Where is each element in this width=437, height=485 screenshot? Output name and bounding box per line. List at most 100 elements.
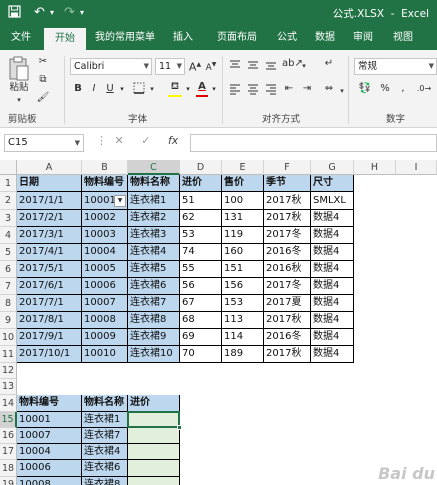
main-table-cell[interactable]: 连衣裙7 [128,295,180,312]
paste-label[interactable]: 粘贴 [6,82,32,94]
main-table-cell[interactable]: 2017冬 [264,278,311,295]
orientation-icon[interactable]: ab↗ [282,58,303,70]
main-table-cell[interactable]: 2017秋 [264,312,311,329]
currency-icon[interactable]: 💱 [356,83,374,95]
main-table-cell[interactable]: 连衣裙9 [128,329,180,346]
main-table-cell[interactable]: 连衣裙3 [128,227,180,244]
tab-page-layout[interactable]: 页面布局 [206,28,268,50]
align-middle-icon[interactable] [246,59,260,75]
main-table-cell[interactable]: 2017秋 [264,346,311,363]
row-header-5[interactable]: 5 [0,244,17,261]
main-table-cell[interactable]: 2016秋 [264,261,311,278]
main-table-cell[interactable]: 2017/5/1 [17,261,82,278]
paste-icon[interactable] [8,56,30,82]
formula-input[interactable] [190,134,437,152]
row-header-3[interactable]: 3 [0,210,17,227]
main-table-cell[interactable]: 114 [222,329,264,346]
main-table-header-cell[interactable]: 物料编号 [82,175,128,192]
lookup-table-header-cell[interactable]: 物料名称 [82,395,128,412]
align-center-icon[interactable] [246,83,260,99]
main-table-cell[interactable]: 2016冬 [264,244,311,261]
main-table-cell[interactable]: 连衣裙10 [128,346,180,363]
main-table-header-cell[interactable]: 售价 [222,175,264,192]
main-table-cell[interactable]: 2017/6/1 [17,278,82,295]
font-color-dropdown-icon[interactable]: ▾ [210,83,218,95]
lookup-table-cell[interactable]: 连衣裙6 [82,460,128,477]
main-table-cell[interactable]: 70 [180,346,222,363]
row-header-8[interactable]: 8 [0,295,17,312]
fill-color-dropdown-icon[interactable]: ▾ [184,83,192,95]
main-table-cell[interactable]: 51 [180,192,222,210]
cut-icon[interactable]: ✂ [36,56,50,68]
row-header-17[interactable]: 17 [0,444,17,460]
main-table-cell[interactable]: 数据4 [311,210,354,227]
lookup-table-cell[interactable]: 10001 [17,412,82,428]
main-table-cell[interactable]: 数据4 [311,346,354,363]
tab-insert[interactable]: 插入 [164,28,202,50]
number-format-select[interactable]: 常规 ▼ [354,58,437,75]
main-table-cell[interactable]: 连衣裙2 [128,210,180,227]
column-header-f[interactable]: F [264,160,311,175]
orientation-dropdown-icon[interactable]: ▾ [300,60,308,72]
copy-icon[interactable]: ⧉ [36,74,50,86]
lookup-table-header-cell[interactable]: 进价 [128,395,180,412]
main-table-cell[interactable]: 数据4 [311,278,354,295]
cancel-icon[interactable]: ✕ [115,134,124,147]
row-header-13[interactable]: 13 [0,379,17,395]
fill-color-icon[interactable]: ⛾ [168,81,182,93]
main-table-cell[interactable]: 113 [222,312,264,329]
lookup-table-cell[interactable]: 10007 [17,428,82,444]
main-table-cell[interactable]: 2017/1/1 [17,192,82,210]
price-result-cell[interactable] [128,477,180,485]
main-table-cell[interactable]: 74 [180,244,222,261]
row-header-18[interactable]: 18 [0,460,17,477]
main-table-cell[interactable]: 10003 [82,227,128,244]
main-table-header-cell[interactable]: 季节 [264,175,311,192]
lookup-table-cell[interactable]: 连衣裙8 [82,477,128,485]
row-header-4[interactable]: 4 [0,227,17,244]
column-header-h[interactable]: H [354,160,396,175]
merge-dropdown-icon[interactable]: ▾ [338,85,346,97]
main-table-cell[interactable]: 151 [222,261,264,278]
main-table-header-cell[interactable]: 物料名称 [128,175,180,192]
price-result-cell[interactable] [128,444,180,460]
main-table-cell[interactable]: 连衣裙5 [128,261,180,278]
row-header-14[interactable]: 14 [0,395,17,412]
price-result-cell[interactable] [128,428,180,444]
column-header-b[interactable]: B [82,160,128,175]
borders-dropdown-icon[interactable]: ▾ [148,83,156,95]
main-table-cell[interactable]: 2017/9/1 [17,329,82,346]
font-color-button[interactable]: A [196,81,208,93]
underline-button[interactable]: U [104,83,116,95]
increase-font-icon[interactable]: A▲ [188,59,202,74]
main-table-header-cell[interactable]: 尺寸 [311,175,354,192]
increase-indent-icon[interactable]: ⇥ [300,83,314,95]
lookup-table-cell[interactable]: 连衣裙7 [82,428,128,444]
row-header-6[interactable]: 6 [0,261,17,278]
main-table-cell[interactable]: 2017/7/1 [17,295,82,312]
main-table-cell[interactable]: 2017秋 [264,210,311,227]
comma-style-icon[interactable]: , [396,83,410,95]
column-header-c[interactable]: C [128,160,180,175]
redo-icon[interactable]: ↷ [64,5,75,21]
main-table-cell[interactable]: 56 [180,278,222,295]
name-box[interactable]: C15 ▼ [4,134,84,152]
undo-dropdown-icon[interactable]: ▾ [50,5,54,21]
main-table-cell[interactable]: 119 [222,227,264,244]
main-table-cell[interactable]: 2017/8/1 [17,312,82,329]
main-table-cell[interactable]: 100 [222,192,264,210]
row-header-2[interactable]: 2 [0,192,17,210]
row-header-10[interactable]: 10 [0,329,17,346]
main-table-cell[interactable]: 2017秋 [264,192,311,210]
column-header-a[interactable]: A [17,160,82,175]
main-table-cell[interactable]: 189 [222,346,264,363]
main-table-cell[interactable]: 55 [180,261,222,278]
main-table-cell[interactable]: 数据4 [311,295,354,312]
main-table-cell[interactable]: 2017/10/1 [17,346,82,363]
main-table-cell[interactable]: 2017夏 [264,295,311,312]
font-name-select[interactable]: Calibri ▼ [70,58,152,75]
lookup-table-cell[interactable]: 10006 [17,460,82,477]
row-header-16[interactable]: 16 [0,428,17,444]
align-bottom-icon[interactable] [264,59,278,75]
main-table-cell[interactable]: 连衣裙8 [128,312,180,329]
